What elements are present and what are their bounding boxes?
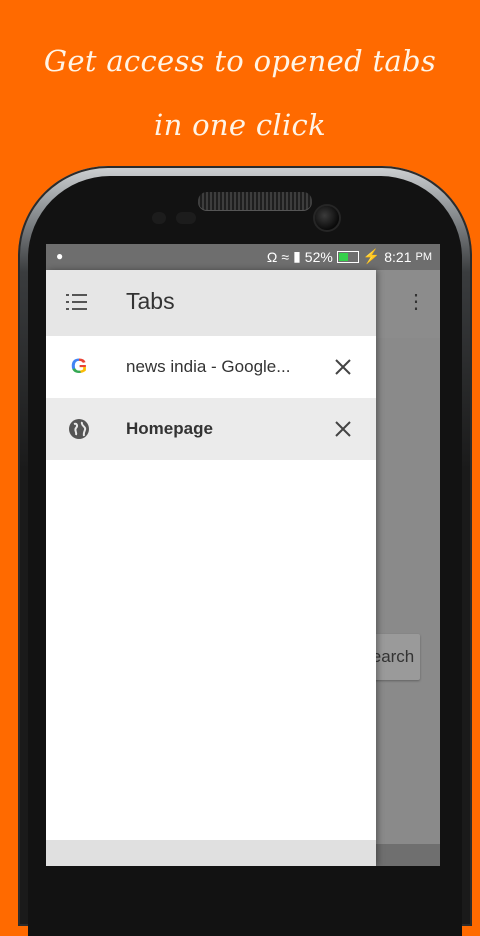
tabs-drawer: Tabs G news india - Google... Homepage [46,270,376,866]
wifi-icon: ≈ [281,248,290,265]
list-menu-icon[interactable] [66,292,88,312]
tab-item[interactable]: Homepage [46,398,376,460]
proximity-sensor [152,212,166,224]
promo-headline-line2: in one click [154,108,326,142]
close-icon[interactable] [332,356,354,378]
status-icons: Ω ≈ ▮ 52% ⚡ 8:21 PM [267,248,432,265]
drawer-bottom-bar [46,840,376,866]
drawer-header: Tabs [46,270,376,336]
earpiece-speaker [198,192,312,210]
tab-title: news india - Google... [126,357,291,376]
tab-title: Homepage [126,419,213,438]
light-sensor [176,212,196,224]
globe-icon [69,419,89,439]
promo-headline-line1: Get access to opened tabs [43,44,437,78]
battery-icon [336,251,359,263]
battery-level-fill [338,253,349,261]
battery-percent: 52% [304,248,333,265]
clock-ampm: PM [415,250,433,263]
status-bar: ● Ω ≈ ▮ 52% ⚡ 8:21 PM [46,244,440,270]
notification-icon: ● [56,249,64,263]
front-camera [315,206,339,230]
charging-icon: ⚡ [362,248,381,264]
phone-screen: ● Ω ≈ ▮ 52% ⚡ 8:21 PM ⋮ earch Tabs G new… [46,244,440,866]
signal-icon: ▮ [293,248,301,264]
clock-time: 8:21 [384,248,412,265]
tab-item[interactable]: G news india - Google... [46,336,376,398]
overflow-menu-icon[interactable]: ⋮ [406,292,426,312]
close-icon[interactable] [332,418,354,440]
headphones-icon: Ω [266,248,278,265]
drawer-title: Tabs [126,288,175,314]
google-icon: G [68,356,90,378]
